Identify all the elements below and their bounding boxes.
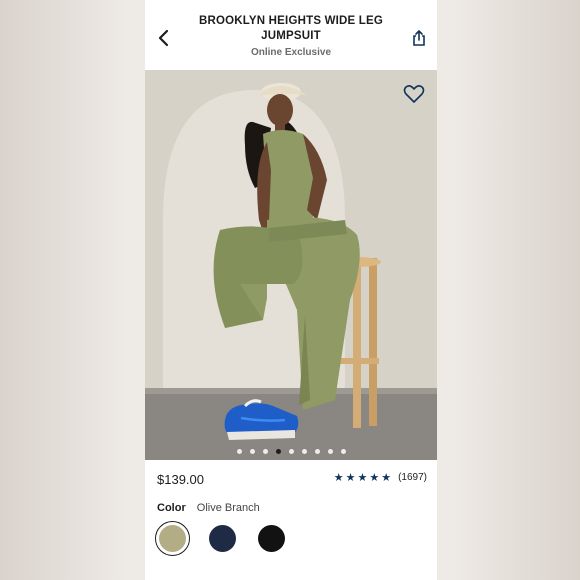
carousel-dot[interactable] xyxy=(314,449,320,454)
carousel-dot[interactable] xyxy=(340,449,346,454)
share-button[interactable] xyxy=(409,28,429,48)
carousel-dot[interactable] xyxy=(327,449,333,454)
color-selected-name: Olive Branch xyxy=(196,502,260,514)
page-title: BROOKLYN HEIGHTS WIDE LEG JUMPSUIT xyxy=(198,15,384,42)
color-swatch-black[interactable] xyxy=(258,525,285,552)
rating[interactable]: ★★★★★ (1697) xyxy=(334,471,427,484)
star-rating-icon: ★★★★★ xyxy=(333,472,394,484)
color-swatch-navy[interactable] xyxy=(209,525,236,552)
share-icon xyxy=(413,30,425,46)
color-swatch-olive-branch[interactable] xyxy=(155,521,190,556)
wishlist-button[interactable] xyxy=(403,84,425,104)
carousel-indicator xyxy=(145,449,437,454)
product-image[interactable] xyxy=(145,70,437,460)
carousel-dot[interactable] xyxy=(301,449,307,454)
page-subtitle: Online Exclusive xyxy=(250,47,332,58)
header: BROOKLYN HEIGHTS WIDE LEG JUMPSUIT Onlin… xyxy=(145,0,437,70)
chevron-left-icon xyxy=(158,29,169,47)
color-label-row: Color Olive Branch xyxy=(157,502,260,514)
product-screen: BROOKLYN HEIGHTS WIDE LEG JUMPSUIT Onlin… xyxy=(145,0,437,580)
back-button[interactable] xyxy=(155,28,173,48)
carousel-dot[interactable] xyxy=(249,449,255,454)
review-count: (1697) xyxy=(398,472,427,483)
model-photo xyxy=(145,70,437,460)
heart-outline-icon xyxy=(403,85,425,103)
carousel-dot[interactable] xyxy=(275,449,281,454)
color-label: Color xyxy=(157,502,186,514)
price: $139.00 xyxy=(157,472,204,487)
carousel-dot[interactable] xyxy=(236,449,242,454)
carousel-dot[interactable] xyxy=(262,449,268,454)
carousel-dot[interactable] xyxy=(288,449,294,454)
